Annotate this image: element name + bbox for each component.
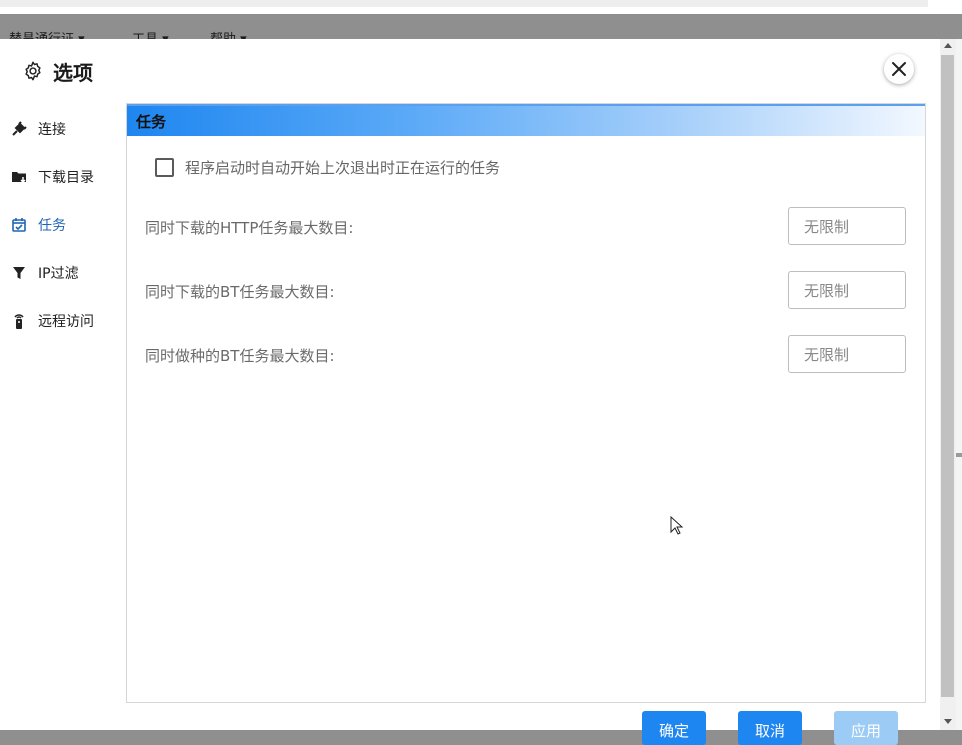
scrollbar-thumb[interactable] (941, 55, 954, 697)
apply-button[interactable]: 应用 (834, 711, 898, 745)
max-bt-tasks-input[interactable]: 无限制 (788, 271, 906, 309)
max-seeding-tasks-label: 同时做种的BT任务最大数目: (145, 347, 335, 365)
sidebar-item-connection[interactable]: 连接 (11, 119, 66, 139)
edge-marker (956, 453, 962, 457)
sidebar-item-label: IP过滤 (38, 266, 79, 282)
panel-header: 任务 (127, 104, 925, 136)
dialog-header: 选项 (22, 59, 93, 85)
max-http-tasks-label: 同时下载的HTTP任务最大数目: (145, 219, 354, 237)
close-icon (892, 62, 906, 76)
sidebar-item-label: 远程访问 (38, 314, 94, 330)
scrollbar[interactable] (940, 39, 956, 730)
autostart-label: 程序启动时自动开始上次退出时正在运行的任务 (185, 159, 501, 177)
autostart-checkbox[interactable] (155, 158, 174, 177)
plug-icon (11, 121, 27, 137)
background-titlebar (0, 0, 928, 7)
tasks-panel: 任务 程序启动时自动开始上次退出时正在运行的任务 同时下载的HTTP任务最大数目… (126, 103, 926, 703)
window-edge (956, 39, 962, 730)
max-bt-tasks-label: 同时下载的BT任务最大数目: (145, 283, 335, 301)
cancel-button[interactable]: 取消 (738, 711, 802, 745)
remote-icon (11, 313, 27, 329)
sidebar-item-label: 任务 (38, 218, 66, 234)
calendar-check-icon (11, 217, 27, 233)
mouse-cursor-icon (670, 516, 684, 535)
sidebar-item-label: 下载目录 (38, 170, 94, 186)
panel-title: 任务 (136, 112, 167, 131)
autostart-option[interactable]: 程序启动时自动开始上次退出时正在运行的任务 (155, 157, 500, 178)
gear-icon (25, 61, 41, 81)
close-button[interactable] (884, 54, 914, 84)
options-dialog: 选项 连接 下载目录 任务 IP过滤 远程访问 任务 程序启动时自动开始上次退出… (0, 39, 940, 745)
scroll-down-arrow-icon[interactable] (944, 719, 952, 724)
sidebar-item-remote-access[interactable]: 远程访问 (11, 311, 94, 331)
sidebar-item-tasks[interactable]: 任务 (11, 215, 66, 235)
ok-button[interactable]: 确定 (642, 711, 706, 745)
dialog-title: 选项 (53, 60, 93, 85)
max-seeding-tasks-input[interactable]: 无限制 (788, 335, 906, 373)
background-menu-bar: 替昌通行证 ▾ 工具 ▾ 帮助 ▾ (0, 14, 962, 58)
sidebar-item-label: 连接 (38, 122, 66, 138)
max-http-tasks-input[interactable]: 无限制 (788, 207, 906, 245)
folder-download-icon (11, 169, 27, 185)
sidebar-item-ip-filter[interactable]: IP过滤 (11, 263, 79, 283)
filter-icon (11, 265, 27, 281)
scroll-up-arrow-icon[interactable] (944, 43, 952, 48)
background-window-top (0, 0, 962, 14)
sidebar-item-download-dir[interactable]: 下载目录 (11, 167, 94, 187)
